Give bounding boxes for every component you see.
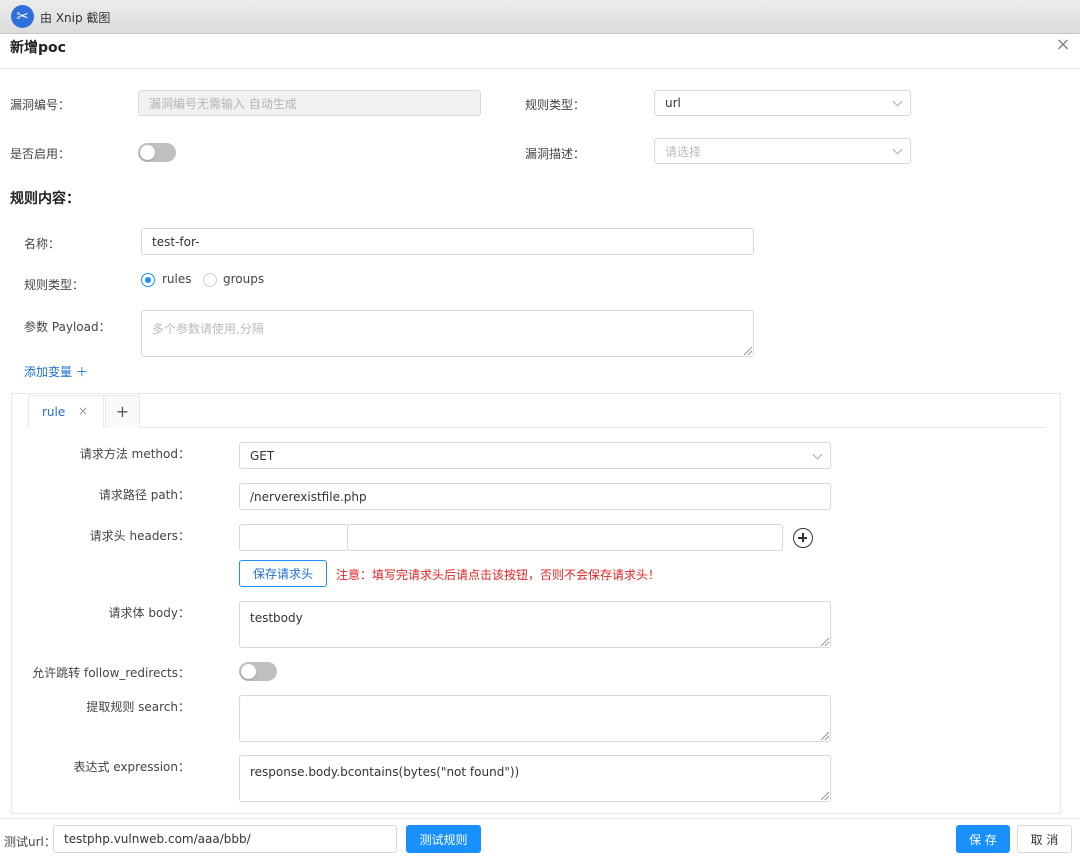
test-url-value: testphp.vulnweb.com/aaa/bbb/ (64, 832, 251, 846)
resize-handle[interactable] (821, 792, 829, 800)
header-divider (0, 68, 1080, 69)
path-input[interactable]: /nerverexistfile.php (239, 483, 831, 510)
rule-kind-label: 规则类型： (24, 278, 85, 292)
method-value: GET (250, 448, 275, 463)
follow-redirects-label: 允许跳转 follow_redirects： (32, 666, 190, 680)
name-label: 名称： (24, 237, 61, 251)
window-title: 由 Xnip 截图 (40, 11, 111, 25)
chevron-down-icon (892, 96, 903, 107)
headers-label: 请求头 headers： (89, 529, 190, 543)
method-label: 请求方法 method： (79, 447, 190, 461)
resize-handle[interactable] (821, 732, 829, 740)
rule-type-select[interactable]: url (654, 90, 911, 116)
add-header-icon[interactable] (793, 528, 813, 548)
search-label: 提取规则 search： (86, 700, 190, 714)
body-value: testbody (250, 611, 303, 625)
enabled-toggle[interactable] (138, 143, 176, 162)
search-textarea[interactable] (239, 695, 831, 742)
payload-label: 参数 Payload： (24, 320, 111, 334)
rule-type-value: url (665, 96, 681, 110)
header-key-input[interactable] (239, 524, 348, 551)
name-value: test-for- (152, 234, 200, 249)
vuln-id-placeholder: 漏洞编号无需输入 自动生成 (149, 96, 297, 111)
radio-groups-label[interactable]: groups (223, 272, 264, 286)
toggle-knob (241, 664, 256, 679)
header-value-input[interactable] (347, 524, 783, 551)
xnip-icon: ✂ (11, 5, 34, 28)
path-label: 请求路径 path： (98, 488, 190, 502)
payload-placeholder: 多个参数请使用,分隔 (152, 322, 264, 336)
add-tab-button[interactable]: + (105, 395, 140, 428)
footer-divider (0, 818, 1080, 819)
vuln-id-input: 漏洞编号无需输入 自动生成 (138, 90, 481, 116)
tab-rule[interactable]: rule × (28, 395, 104, 428)
add-variable-link[interactable]: 添加变量 ＋ (24, 363, 88, 380)
tab-rule-label: rule (42, 405, 66, 419)
tab-bar-divider (28, 427, 1046, 428)
rule-type-label: 规则类型： (525, 98, 586, 112)
headers-warning: 注意：填写完请求头后请点击该按钮，否则不会保存请求头！ (336, 568, 661, 582)
path-value: /nerverexistfile.php (250, 489, 367, 504)
rule-content-title: 规则内容： (10, 191, 80, 207)
test-url-input[interactable]: testphp.vulnweb.com/aaa/bbb/ (53, 825, 397, 853)
radio-rules[interactable] (141, 273, 155, 287)
cancel-button[interactable]: 取 消 (1017, 825, 1072, 853)
expression-label: 表达式 expression： (73, 760, 190, 774)
window-titlebar: ✂ 由 Xnip 截图 (0, 0, 1080, 34)
toggle-knob (140, 145, 155, 160)
vuln-id-label: 漏洞编号： (10, 98, 71, 112)
enabled-label: 是否启用： (10, 147, 71, 161)
dialog-title: 新增poc (10, 40, 66, 56)
vuln-desc-label: 漏洞描述： (525, 147, 586, 161)
chevron-down-icon (892, 144, 903, 155)
expression-value: response.body.bcontains(bytes("not found… (250, 765, 520, 779)
vuln-desc-placeholder: 请选择 (665, 144, 702, 159)
chevron-down-icon (812, 449, 823, 460)
save-headers-button[interactable]: 保存请求头 (239, 560, 327, 587)
radio-groups[interactable] (203, 273, 217, 287)
vuln-desc-select[interactable]: 请选择 (654, 138, 911, 164)
resize-handle[interactable] (821, 638, 829, 646)
payload-textarea[interactable]: 多个参数请使用,分隔 (141, 310, 754, 357)
follow-redirects-toggle[interactable] (239, 662, 277, 681)
test-url-label: 测试url： (4, 835, 56, 849)
body-textarea[interactable]: testbody (239, 601, 831, 648)
radio-rules-label[interactable]: rules (162, 272, 192, 286)
save-button[interactable]: 保 存 (956, 825, 1010, 853)
name-input[interactable]: test-for- (141, 228, 754, 255)
body-label: 请求体 body： (108, 606, 191, 620)
method-select[interactable]: GET (239, 442, 831, 469)
resize-handle[interactable] (744, 347, 752, 355)
tab-close-icon[interactable]: × (78, 404, 88, 418)
test-rule-button[interactable]: 测试规则 (406, 825, 481, 853)
expression-textarea[interactable]: response.body.bcontains(bytes("not found… (239, 755, 831, 802)
close-icon[interactable]: × (1055, 36, 1071, 54)
